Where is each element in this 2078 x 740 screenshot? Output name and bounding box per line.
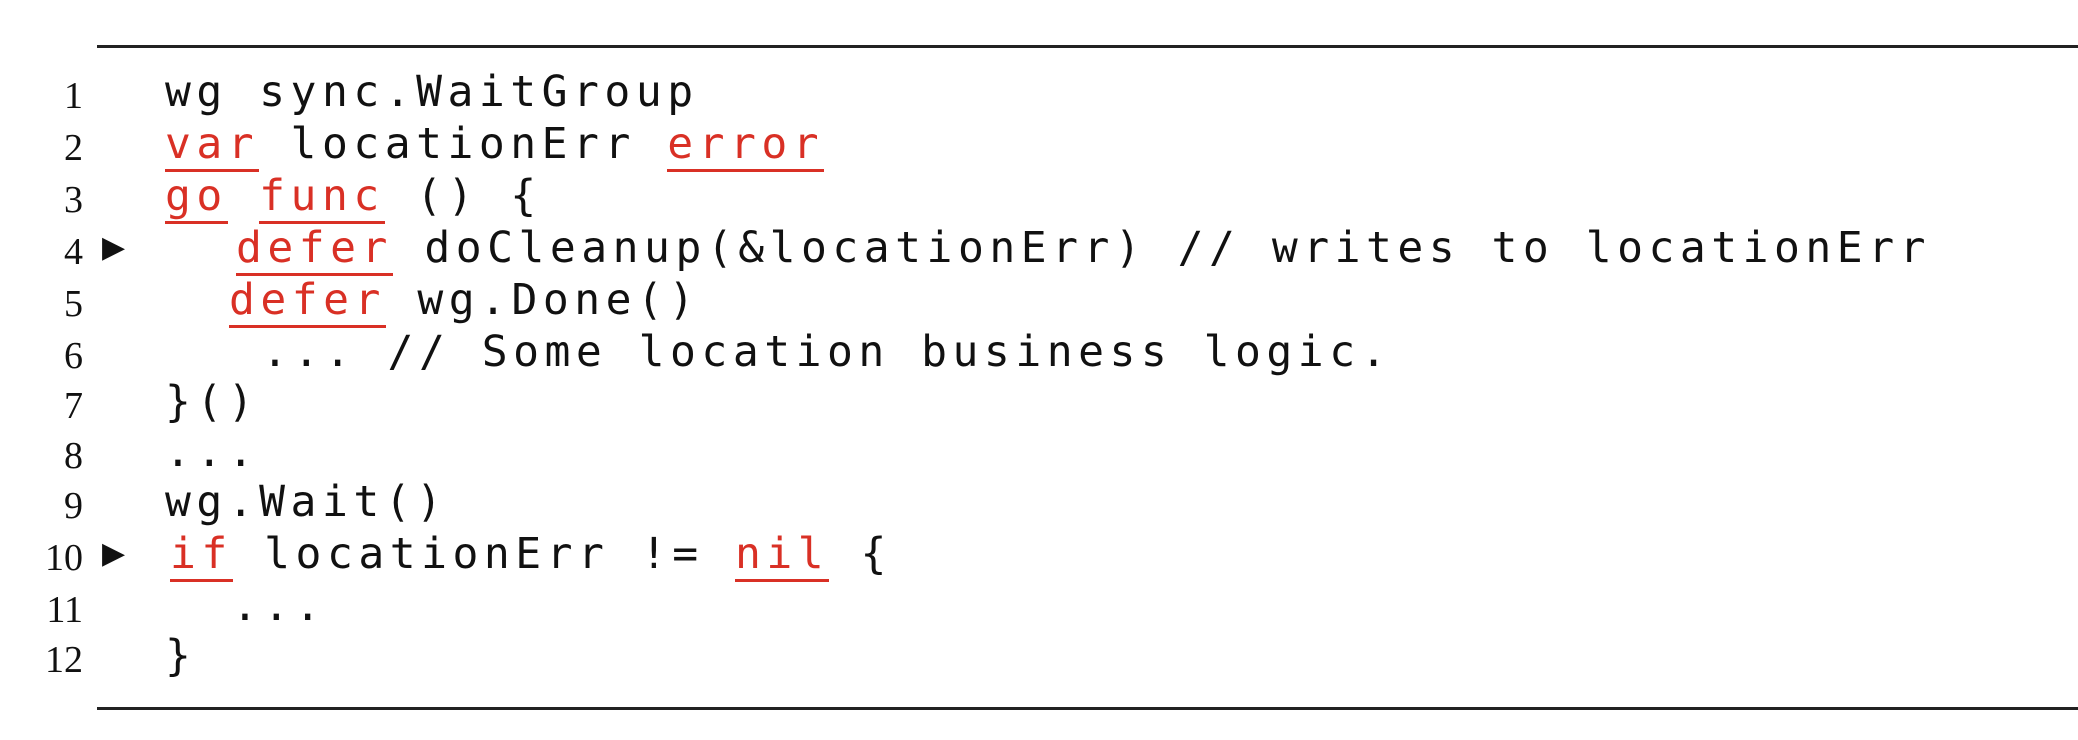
code-line-3: 3 go func () { [0,170,2078,224]
code-text: var locationErr error [165,118,825,172]
keyword-token: if [170,529,233,582]
code-line-2: 2 var locationErr error [0,118,2078,172]
code-line-1: 1 wg sync.WaitGroup [0,66,2078,118]
code-text: } [165,630,196,682]
code-token: wg sync.WaitGroup [165,67,699,117]
line-number: 12 [45,639,83,681]
code-text: defer wg.Done() [229,274,700,328]
line-number: 8 [64,435,83,477]
code-text: defer doCleanup(&locationErr) // writes … [236,222,1931,276]
line-number: 4 [64,231,83,273]
code-text: wg sync.WaitGroup [165,66,699,118]
code-line-9: 9 wg.Wait() [0,476,2078,528]
code-token: ... [232,581,327,631]
code-token: ... [165,427,260,477]
code-token: }() [165,377,260,427]
code-text: go func () { [165,170,542,224]
code-line-6: 6 ... // Some location business logic. [0,326,2078,378]
code-token: wg.Done() [385,275,700,325]
code-text: wg.Wait() [165,476,448,528]
code-token: } [165,631,197,681]
code-line-11: 11 ... [0,580,2078,632]
keyword-token: defer [229,275,386,328]
line-number: 3 [64,179,83,221]
code-line-4: 4 ▶ defer doCleanup(&locationErr) // wri… [0,222,2078,276]
code-line-12: 12 } [0,630,2078,682]
code-text: ... [165,426,259,478]
top-rule [97,45,2078,48]
code-token: ... // Some location business logic. [262,327,1392,377]
code-token: locationErr != [232,529,735,579]
code-text: ... [232,580,326,632]
line-number: 2 [64,127,83,169]
code-listing: 1 wg sync.WaitGroup 2 var locationErr er… [0,0,2078,740]
code-token: () { [384,171,542,221]
line-number: 11 [46,589,83,631]
keyword-token: nil [735,529,830,582]
keyword-token: go [165,171,228,224]
bottom-rule [97,707,2078,710]
line-number: 5 [64,283,83,325]
line-number: 10 [45,537,83,579]
line-number: 1 [64,75,83,117]
code-line-10: 10 ▶ if locationErr != nil { [0,528,2078,582]
line-number: 7 [64,385,83,427]
keyword-token: defer [236,223,393,276]
keyword-token: var [165,119,260,172]
code-token: { [829,529,892,579]
arrow-marker-icon: ▶ [102,230,126,265]
code-text: ... // Some location business logic. [262,326,1392,378]
code-token: locationErr [259,119,668,169]
code-text: }() [165,376,259,428]
code-token: doCleanup(&locationErr) // writes to loc… [392,223,1931,273]
code-line-8: 8 ... [0,426,2078,478]
keyword-token: error [667,119,825,172]
code-token: wg.Wait() [165,477,448,527]
line-number: 9 [64,485,83,527]
code-line-5: 5 defer wg.Done() [0,274,2078,328]
code-text: if locationErr != nil { [170,528,892,582]
code-line-7: 7 }() [0,376,2078,428]
keyword-token: func [259,171,385,224]
line-number: 6 [64,335,83,377]
arrow-marker-icon: ▶ [102,536,126,571]
